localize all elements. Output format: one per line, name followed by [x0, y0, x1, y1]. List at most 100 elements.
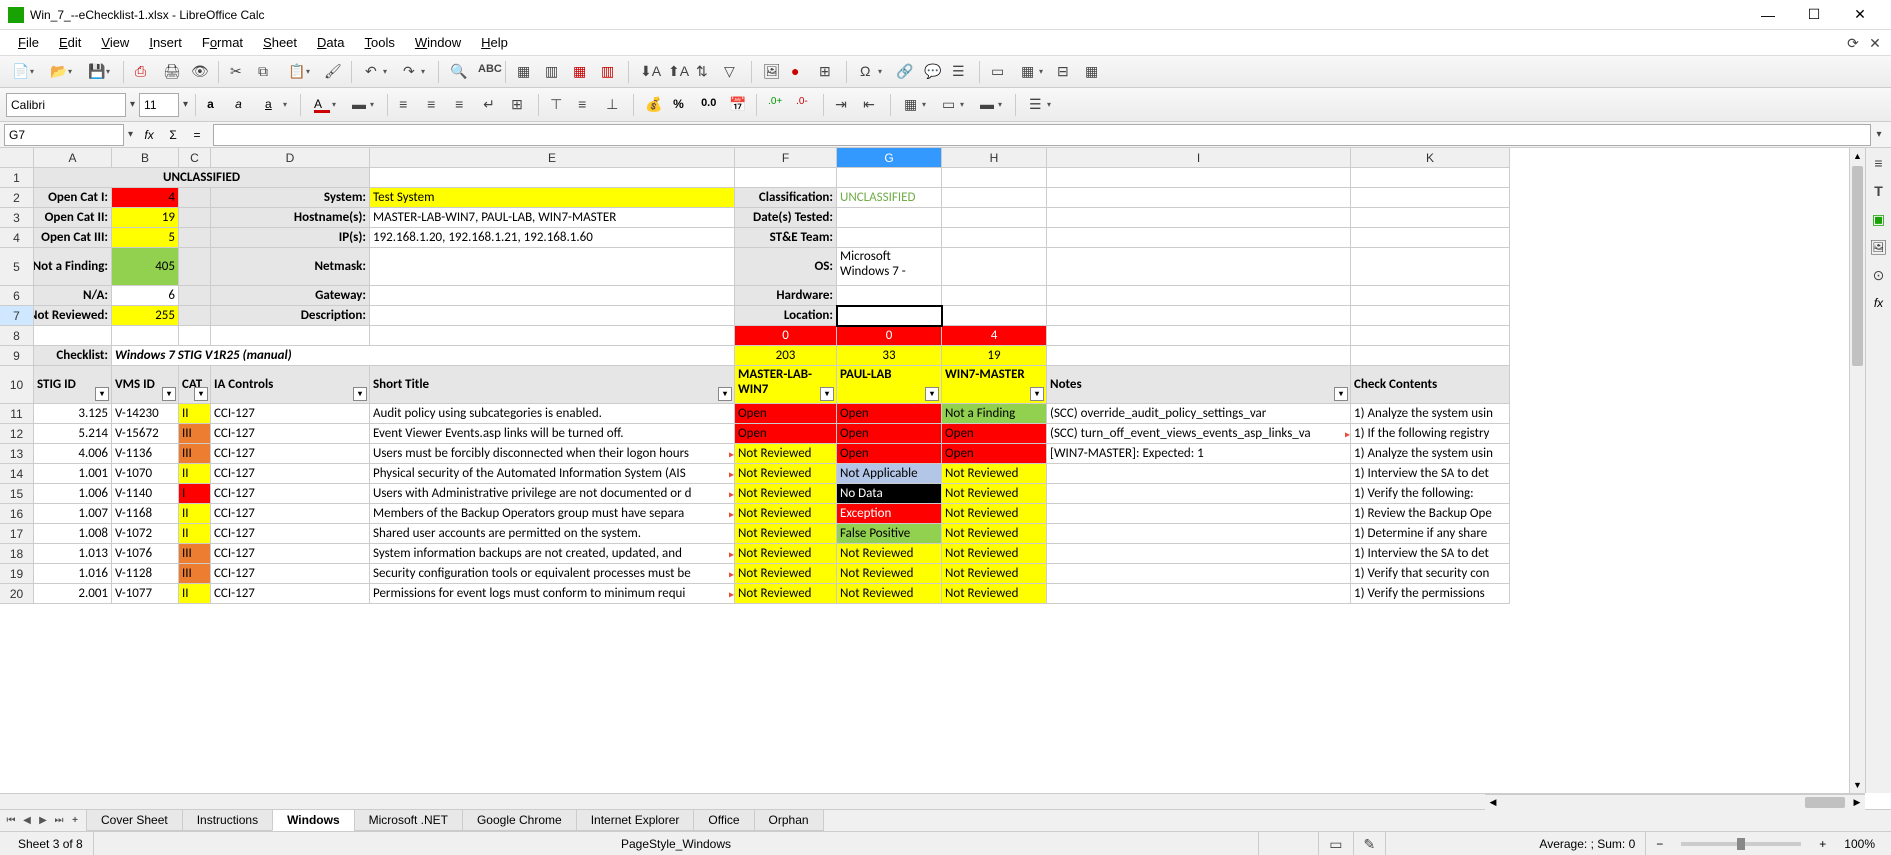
cell-H18[interactable]: Not Reviewed [942, 544, 1047, 564]
cell-I4[interactable] [1047, 228, 1351, 248]
cell-I6[interactable] [1047, 286, 1351, 306]
redo-button[interactable]: ↷ [397, 60, 431, 84]
cell-A10[interactable]: STIG ID▾ [34, 366, 112, 404]
cell-F15[interactable]: Not Reviewed [735, 484, 837, 504]
cell-E20[interactable]: Permissions for event logs must conform … [370, 584, 735, 604]
define-print-area-button[interactable]: ▭ [987, 60, 1011, 84]
cell-D15[interactable]: CCI-127 [211, 484, 370, 504]
cell-F11[interactable]: Open [735, 404, 837, 424]
cell-F16[interactable]: Not Reviewed [735, 504, 837, 524]
filter-arrow-icon[interactable]: ▾ [353, 387, 367, 401]
scroll-thumb[interactable] [1852, 166, 1863, 366]
menu-file[interactable]: File [8, 31, 49, 54]
cell-K9[interactable] [1351, 346, 1510, 366]
cell-K20[interactable]: 1) Verify the permissions [1351, 584, 1510, 604]
hscroll-thumb[interactable] [1805, 797, 1845, 808]
cell-H3[interactable] [942, 208, 1047, 228]
cell-D17[interactable]: CCI-127 [211, 524, 370, 544]
cell-I3[interactable] [1047, 208, 1351, 228]
cell-B20[interactable]: V-1077 [112, 584, 179, 604]
cell-F5[interactable]: OS: [735, 248, 837, 286]
font-name-input[interactable] [6, 93, 126, 117]
cell-C19[interactable]: III [179, 564, 211, 584]
cell-D19[interactable]: CCI-127 [211, 564, 370, 584]
cell-G14[interactable]: Not Applicable [837, 464, 942, 484]
find-button[interactable]: 🔍 [446, 60, 470, 84]
cell-A8[interactable] [34, 326, 112, 346]
cell-D10[interactable]: IA Controls▾ [211, 366, 370, 404]
col-header-F[interactable]: F [735, 148, 837, 168]
cell-G8[interactable]: 0 [837, 326, 942, 346]
minimize-button[interactable]: — [1745, 0, 1791, 30]
sidebar-properties-icon[interactable]: T [1868, 180, 1890, 202]
cell-A6[interactable]: N/A: [34, 286, 112, 306]
cell-I14[interactable] [1047, 464, 1351, 484]
sheet-tab-google chrome[interactable]: Google Chrome [462, 810, 577, 831]
border-color-button[interactable]: ▬ [974, 93, 1008, 117]
row-header-10[interactable]: 10 [0, 366, 34, 404]
cell-I11[interactable]: (SCC) override_audit_policy_settings_var [1047, 404, 1351, 424]
cell-E2[interactable]: Test System [370, 188, 735, 208]
cell-I1[interactable] [1047, 168, 1351, 188]
image-button[interactable]: 🖼 [759, 60, 783, 84]
cell[interactable] [179, 208, 211, 228]
cell-A2[interactable]: Open Cat I: [34, 188, 112, 208]
cell-H10[interactable]: WIN7-MASTER▾ [942, 366, 1047, 404]
chart-button[interactable]: ● [787, 60, 811, 84]
zoom-in-icon[interactable]: + [1809, 832, 1836, 855]
cell-E16[interactable]: Members of the Backup Operators group mu… [370, 504, 735, 524]
cell-D18[interactable]: CCI-127 [211, 544, 370, 564]
cell-A14[interactable]: 1.001 [34, 464, 112, 484]
cell-A1[interactable]: UNCLASSIFIED [34, 168, 370, 188]
cell-E19[interactable]: Security configuration tools or equivale… [370, 564, 735, 584]
row-header-3[interactable]: 3 [0, 208, 34, 228]
cell-D11[interactable]: CCI-127 [211, 404, 370, 424]
autofilter-button[interactable]: ▽ [720, 60, 744, 84]
cell-G10[interactable]: PAUL-LAB▾ [837, 366, 942, 404]
col-header-H[interactable]: H [942, 148, 1047, 168]
row-header-8[interactable]: 8 [0, 326, 34, 346]
formula-button[interactable]: = [185, 124, 209, 146]
cell-B3[interactable]: 19 [112, 208, 179, 228]
cell-D3[interactable]: Hostname(s): [211, 208, 370, 228]
split-button[interactable]: ⊟ [1053, 60, 1077, 84]
cell-B9[interactable]: Windows 7 STIG V1R25 (manual) [112, 346, 735, 366]
cell-G7[interactable] [837, 306, 942, 326]
cell-A19[interactable]: 1.016 [34, 564, 112, 584]
cell-E4[interactable]: 192.168.1.20, 192.168.1.21, 192.168.1.60 [370, 228, 735, 248]
cell-B10[interactable]: VMS ID▾ [112, 366, 179, 404]
cell-K18[interactable]: 1) Interview the SA to det [1351, 544, 1510, 564]
vertical-scrollbar[interactable]: ▲ ▼ [1849, 148, 1865, 793]
cell-F7[interactable]: Location: [735, 306, 837, 326]
formula-input[interactable] [213, 124, 1871, 146]
delete-col-button[interactable]: ▥ [597, 60, 621, 84]
cell-G6[interactable] [837, 286, 942, 306]
cell-H13[interactable]: Open [942, 444, 1047, 464]
cell-I10[interactable]: Notes▾ [1047, 366, 1351, 404]
cell-I7[interactable] [1047, 306, 1351, 326]
cell-I20[interactable] [1047, 584, 1351, 604]
clone-formatting-button[interactable]: 🖌 [320, 60, 344, 84]
function-wizard-button[interactable]: fx [137, 124, 161, 146]
cell-F18[interactable]: Not Reviewed [735, 544, 837, 564]
cell-D14[interactable]: CCI-127 [211, 464, 370, 484]
filter-arrow-icon[interactable]: ▾ [194, 387, 208, 401]
cell-F10[interactable]: MASTER-LAB-WIN7▾ [735, 366, 837, 404]
row-header-15[interactable]: 15 [0, 484, 34, 504]
menu-help[interactable]: Help [471, 31, 518, 54]
cell-G15[interactable]: No Data [837, 484, 942, 504]
cell-G1[interactable] [837, 168, 942, 188]
cell-F6[interactable]: Hardware: [735, 286, 837, 306]
cell[interactable] [179, 286, 211, 306]
cell-C13[interactable]: III [179, 444, 211, 464]
cell-D5[interactable]: Netmask: [211, 248, 370, 286]
cell-H20[interactable]: Not Reviewed [942, 584, 1047, 604]
filter-arrow-icon[interactable]: ▾ [820, 387, 834, 401]
cell-F3[interactable]: Date(s) Tested: [735, 208, 837, 228]
header-footer-button[interactable]: ☰ [948, 60, 972, 84]
cell-A5[interactable]: Not a Finding: [34, 248, 112, 286]
cell-K4[interactable] [1351, 228, 1510, 248]
row-header-4[interactable]: 4 [0, 228, 34, 248]
print-button[interactable]: 🖨 [159, 60, 183, 84]
pivot-button[interactable]: ⊞ [815, 60, 839, 84]
